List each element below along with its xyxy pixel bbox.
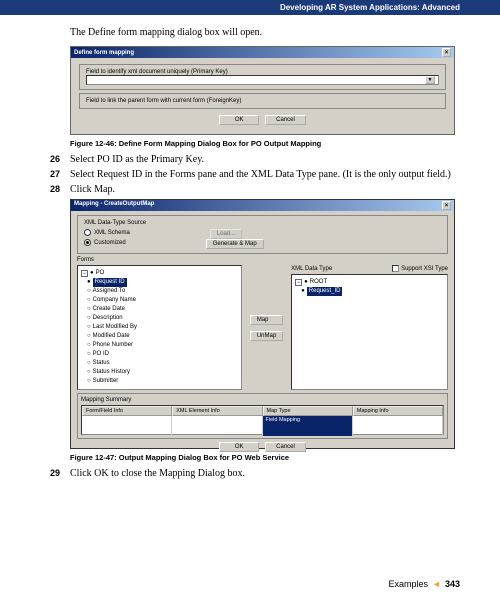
xml-source-fieldset: XML Data-Type Source XML Schema Load... …	[77, 215, 448, 254]
tree-root-xml[interactable]: − ● ROOT	[295, 278, 444, 287]
step-num: 27	[50, 169, 70, 180]
forms-tree-pane[interactable]: − ● PO ●Request ID ○Assigned To ○Company…	[77, 265, 242, 390]
mid-buttons: Map UnMap	[246, 265, 287, 390]
define-form-mapping-dialog: Define form mapping × Field to identify …	[70, 46, 455, 135]
page-header: Developing AR System Applications: Advan…	[0, 0, 500, 15]
summary-data: Field Mapping	[263, 416, 353, 436]
summary-header: Form/Field Info	[82, 406, 172, 416]
summary-header: XML Element Info	[172, 406, 262, 416]
tree-item-request-id[interactable]: ●Request ID	[81, 278, 238, 287]
summary-data	[172, 416, 262, 436]
foreign-key-label: Field to link the parent form with curre…	[86, 98, 439, 104]
page-content: The Define form mapping dialog box will …	[0, 15, 500, 479]
footer-section: Examples	[389, 579, 429, 589]
step-text: Select PO ID as the Primary Key.	[70, 154, 204, 165]
dialog-titlebar: Define form mapping ×	[71, 47, 454, 58]
dialog-button-row: OK Cancel	[79, 112, 446, 128]
summary-label: Mapping Summary	[81, 397, 444, 403]
primary-key-fieldset: Field to identify xml document uniquely …	[79, 64, 446, 90]
collapse-icon[interactable]: −	[81, 270, 88, 277]
summary-header: Map Type	[263, 406, 353, 416]
collapse-icon[interactable]: −	[295, 279, 302, 286]
summary-data	[353, 416, 443, 436]
intro-text: The Define form mapping dialog box will …	[70, 27, 455, 38]
dialog-title-text: Define form mapping	[74, 50, 134, 56]
summary-data	[82, 416, 172, 436]
header-title: Developing AR System Applications: Advan…	[280, 3, 460, 12]
tree-root-xml-label: ROOT	[310, 278, 327, 287]
radio-custom-label: Customized	[94, 240, 126, 246]
summary-header: Mapping Info	[353, 406, 443, 416]
tree-item-request-id-xml[interactable]: ●Request_ID	[295, 287, 444, 296]
tree-item[interactable]: ○Company Name	[81, 296, 238, 305]
tree-item[interactable]: ○Assigned To	[81, 287, 238, 296]
radio-customized[interactable]: Customized	[84, 239, 126, 246]
mapping-title-text: Mapping - CreateOutputMap	[74, 201, 154, 210]
xml-type-label: XML Data Type	[291, 266, 332, 272]
page-footer: Examples ◄ 343	[389, 579, 460, 589]
step-num: 29	[50, 468, 70, 479]
load-button[interactable]: Load...	[210, 229, 242, 239]
foreign-key-fieldset: Field to link the parent form with curre…	[79, 93, 446, 109]
ok-button[interactable]: OK	[219, 115, 259, 125]
unmap-button[interactable]: UnMap	[250, 331, 283, 341]
xsi-checkbox-row[interactable]: Support XSI Type	[392, 265, 448, 272]
forms-label: Forms	[77, 257, 448, 263]
tree-item[interactable]: ○Last Modified By	[81, 323, 238, 332]
source-label: XML Data-Type Source	[84, 220, 441, 226]
tree-item[interactable]: ○Description	[81, 314, 238, 323]
tree-root-po[interactable]: − ● PO	[81, 269, 238, 278]
page-number: 343	[445, 579, 460, 589]
primary-key-dropdown[interactable]: ▼	[86, 75, 439, 85]
xsi-label: Support XSI Type	[401, 266, 448, 272]
chevron-down-icon[interactable]: ▼	[425, 76, 435, 84]
tree-item[interactable]: ○Status History	[81, 368, 238, 377]
step-26: 26 Select PO ID as the Primary Key.	[70, 154, 455, 165]
close-icon[interactable]: ×	[442, 201, 451, 210]
ok-button[interactable]: OK	[219, 442, 259, 452]
close-icon[interactable]: ×	[442, 48, 451, 57]
summary-table: Form/Field Info XML Element Info Map Typ…	[81, 405, 444, 435]
tree-item[interactable]: ○Submitter	[81, 377, 238, 386]
step-text: Click Map.	[70, 184, 115, 195]
xml-tree-pane[interactable]: − ● ROOT ●Request_ID	[291, 274, 448, 390]
tree-item[interactable]: ○Status	[81, 359, 238, 368]
map-button[interactable]: Map	[250, 315, 283, 325]
step-text: Click OK to close the Mapping Dialog box…	[70, 468, 245, 479]
tree-root-label: PO	[96, 269, 105, 278]
radio-xml-label: XML Schema	[94, 230, 130, 236]
mapping-summary-box: Mapping Summary Form/Field Info XML Elem…	[77, 393, 448, 439]
generate-map-button[interactable]: Generate & Map	[206, 239, 264, 249]
tree-item[interactable]: ○Modified Date	[81, 332, 238, 341]
step-28: 28 Click Map.	[70, 184, 455, 195]
step-27: 27 Select Request ID in the Forms pane a…	[70, 169, 455, 180]
checkbox-icon[interactable]	[392, 265, 399, 272]
mapping-dialog: Mapping - CreateOutputMap × XML Data-Typ…	[70, 199, 455, 449]
summary-header-row: Form/Field Info XML Element Info Map Typ…	[82, 406, 443, 416]
cancel-button[interactable]: Cancel	[265, 115, 306, 125]
triangle-icon: ◄	[432, 579, 441, 589]
tree-item[interactable]: ○Create Date	[81, 305, 238, 314]
step-num: 28	[50, 184, 70, 195]
step-29: 29 Click OK to close the Mapping Dialog …	[70, 468, 455, 479]
radio-icon	[84, 239, 91, 246]
tree-item[interactable]: ○Phone Number	[81, 341, 238, 350]
figure-caption-1: Figure 12-46: Define Form Mapping Dialog…	[70, 139, 455, 148]
radio-icon	[84, 229, 91, 236]
panes-row: − ● PO ●Request ID ○Assigned To ○Company…	[77, 265, 448, 390]
mapping-titlebar: Mapping - CreateOutputMap ×	[71, 200, 454, 211]
step-num: 26	[50, 154, 70, 165]
summary-data-row[interactable]: Field Mapping	[82, 416, 443, 436]
step-text: Select Request ID in the Forms pane and …	[70, 169, 451, 180]
radio-xml-schema[interactable]: XML Schema	[84, 229, 130, 236]
dialog-body: Field to identify xml document uniquely …	[71, 58, 454, 134]
mapping-body: XML Data-Type Source XML Schema Load... …	[71, 211, 454, 447]
cancel-button[interactable]: Cancel	[265, 442, 306, 452]
tree-item[interactable]: ○PO ID	[81, 350, 238, 359]
